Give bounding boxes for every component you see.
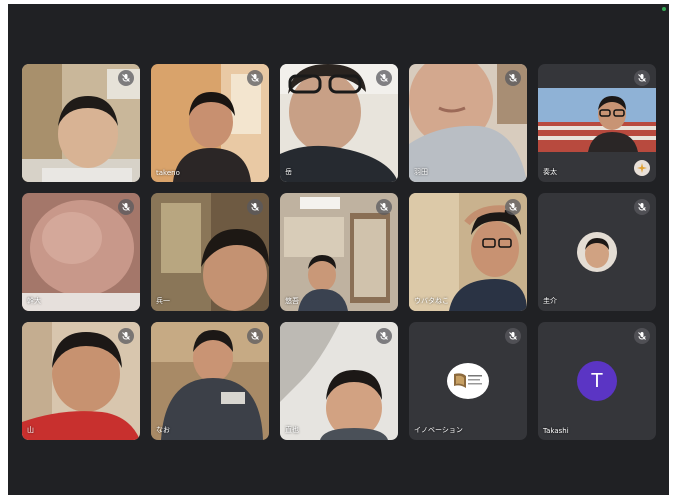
participant-tile[interactable]: 圭介 — [538, 193, 656, 311]
mic-off-icon — [505, 70, 521, 86]
participant-tile[interactable]: 奏太 — [538, 64, 656, 182]
participant-name: ウバタねこ — [414, 297, 449, 305]
participant-name: イノベーション — [414, 426, 463, 434]
organization-logo-icon — [454, 373, 482, 388]
participant-name: 圭介 — [543, 297, 557, 305]
mic-off-icon — [634, 199, 650, 215]
mic-off-icon — [505, 328, 521, 344]
participant-tile[interactable]: takeno — [151, 64, 269, 182]
mic-off-icon — [118, 328, 134, 344]
mic-off-icon — [634, 70, 650, 86]
participant-tile[interactable]: 岳 — [280, 64, 398, 182]
participant-name: 悠吾 — [285, 297, 299, 305]
participant-name: Takashi — [543, 427, 569, 435]
sparkle-badge-icon — [634, 160, 650, 176]
participant-tile[interactable]: なお — [151, 322, 269, 440]
mic-off-icon — [376, 199, 392, 215]
participant-tile[interactable]: T Takashi — [538, 322, 656, 440]
participant-tile[interactable] — [22, 64, 140, 182]
participant-video — [538, 88, 656, 152]
mic-off-icon — [118, 199, 134, 215]
avatar: T — [577, 361, 617, 401]
participant-grid: takeno 岳 羽田 奏太 幹大 兵一 悠吾 ウバタねこ 圭介 山 なお 直也… — [22, 64, 656, 440]
mic-off-icon — [247, 199, 263, 215]
mic-off-icon — [634, 328, 650, 344]
participant-tile[interactable]: 羽田 — [409, 64, 527, 182]
participant-tile[interactable]: 山 — [22, 322, 140, 440]
participant-tile[interactable]: 悠吾 — [280, 193, 398, 311]
mic-off-icon — [376, 328, 392, 344]
avatar — [577, 232, 617, 272]
meeting-screen: takeno 岳 羽田 奏太 幹大 兵一 悠吾 ウバタねこ 圭介 山 なお 直也… — [8, 4, 669, 495]
mic-off-icon — [376, 70, 392, 86]
participant-name: takeno — [156, 169, 180, 177]
participant-name: 山 — [27, 426, 34, 434]
participant-tile[interactable]: 幹大 — [22, 193, 140, 311]
participant-tile[interactable]: 直也 — [280, 322, 398, 440]
participant-name: 羽田 — [414, 168, 428, 176]
participant-name: 兵一 — [156, 297, 170, 305]
mic-off-icon — [247, 328, 263, 344]
participant-name: 幹大 — [27, 297, 41, 305]
mic-off-icon — [505, 199, 521, 215]
participant-tile[interactable]: イノベーション — [409, 322, 527, 440]
mic-off-icon — [247, 70, 263, 86]
mic-off-icon — [118, 70, 134, 86]
participant-name: なお — [156, 426, 170, 434]
participant-name: 奏太 — [543, 168, 557, 176]
participant-name: 岳 — [285, 168, 292, 176]
participant-tile[interactable]: ウバタねこ — [409, 193, 527, 311]
status-dot — [662, 7, 666, 11]
participant-name: 直也 — [285, 426, 299, 434]
participant-tile[interactable]: 兵一 — [151, 193, 269, 311]
avatar — [447, 363, 489, 399]
